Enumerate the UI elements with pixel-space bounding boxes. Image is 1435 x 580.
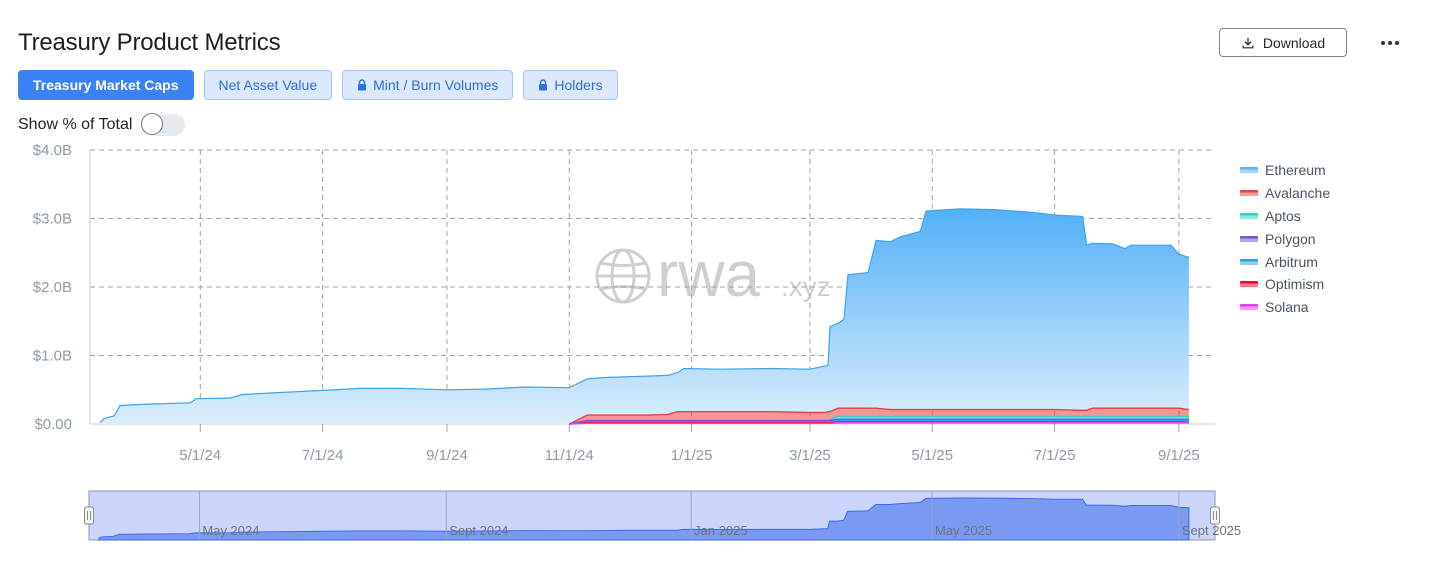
x-tick-label: 11/1/24 (545, 447, 594, 464)
legend-label: Ethereum (1265, 162, 1326, 179)
legend-swatch (1240, 281, 1258, 288)
series-area-ethereum (100, 208, 1189, 424)
x-tick-label: 5/1/25 (911, 447, 953, 464)
chart-areas (99, 208, 1190, 425)
watermark: rwa .xyz (595, 238, 831, 310)
legend-item-polygon[interactable]: Polygon (1240, 227, 1330, 250)
legend-label: Aptos (1265, 207, 1301, 224)
watermark-main: rwa (657, 238, 761, 310)
x-tick-label: 7/1/24 (302, 447, 344, 464)
legend-item-optimism[interactable]: Optimism (1240, 273, 1330, 296)
x-axis: 5/1/24 7/1/24 9/1/24 11/1/24 1/1/25 3/1/25 5/1… (179, 447, 1199, 464)
navigator-label: Sept 2025 (1182, 523, 1241, 538)
navigator-right-handle[interactable] (1210, 506, 1220, 525)
y-tick-label: $2.0B (33, 279, 72, 296)
navigator-left-handle[interactable] (84, 506, 94, 525)
legend-swatch (1240, 167, 1258, 174)
legend-label: Arbitrum (1265, 253, 1318, 270)
handle-grip (1210, 506, 1220, 525)
legend-swatch (1240, 212, 1258, 219)
x-tick-label: 5/1/24 (179, 447, 221, 464)
market-cap-chart: rwa .xyz $0.00 $1.0B $2.0B $3.0B $4.0B 5/1/2… (33, 142, 1242, 541)
x-tick-label: 1/1/25 (671, 447, 713, 464)
navigator-label: May 2025 (935, 523, 992, 538)
legend-item-avalanche[interactable]: Avalanche (1240, 182, 1330, 205)
y-tick-label: $4.0B (33, 142, 72, 159)
legend-label: Optimism (1265, 276, 1325, 293)
handle-grip (84, 506, 94, 525)
x-tick-label: 7/1/25 (1034, 447, 1076, 464)
navigator-label: May 2024 (202, 523, 259, 538)
globe-icon (595, 248, 651, 304)
legend-swatch (1240, 190, 1258, 197)
x-tick-label: 9/1/24 (426, 447, 468, 464)
navigator-label: Jan 2025 (694, 523, 748, 538)
x-tick-label: 3/1/25 (789, 447, 831, 464)
legend-item-arbitrum[interactable]: Arbitrum (1240, 250, 1330, 273)
navigator-label: Sept 2024 (449, 523, 508, 538)
range-navigator[interactable]: May 2024 Sept 2024 Jan 2025 May 2025 Sept 20… (84, 490, 1242, 541)
legend-swatch (1240, 258, 1258, 265)
y-axis: $0.00 $1.0B $2.0B $3.0B $4.0B (33, 142, 72, 433)
x-tick-label: 9/1/25 (1158, 447, 1200, 464)
legend-swatch (1240, 304, 1258, 311)
legend-label: Polygon (1265, 230, 1316, 247)
chart-legend: Ethereum Avalanche Aptos Polygon Arbitrum Opt… (1240, 159, 1330, 319)
legend-item-solana[interactable]: Solana (1240, 296, 1330, 319)
legend-item-aptos[interactable]: Aptos (1240, 205, 1330, 228)
y-tick-label: $3.0B (33, 211, 72, 228)
legend-label: Solana (1265, 299, 1309, 316)
legend-item-ethereum[interactable]: Ethereum (1240, 159, 1330, 182)
y-tick-label: $1.0B (33, 348, 72, 365)
y-tick-label: $0.00 (34, 416, 72, 433)
legend-swatch (1240, 235, 1258, 242)
legend-label: Avalanche (1265, 185, 1331, 202)
